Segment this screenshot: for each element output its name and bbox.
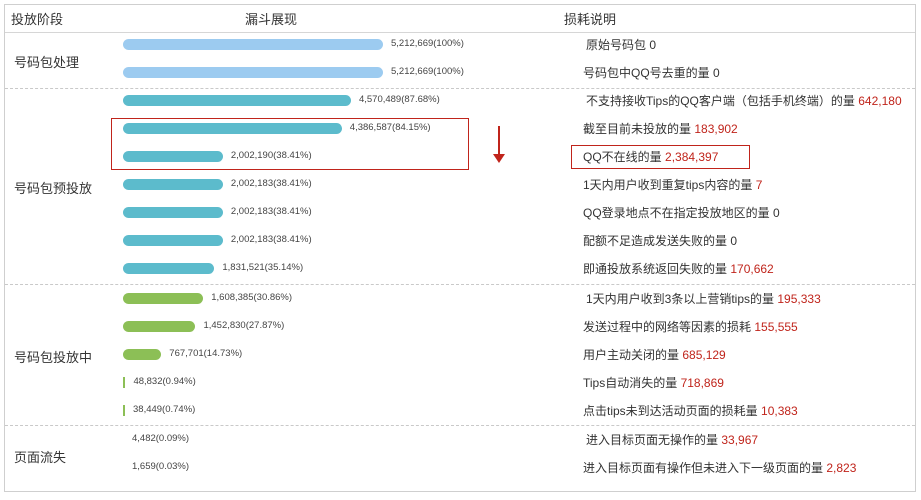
- loss-text: 配额不足造成发送失败的量: [583, 234, 731, 248]
- header-funnel: 漏斗展现: [245, 12, 298, 27]
- bar-value-label: 2,002,183(38.41%): [230, 234, 312, 245]
- funnel-bar: [123, 405, 125, 416]
- loss-description: 配额不足造成发送失败的量 0: [583, 232, 737, 249]
- loss-text: 点击tips未到达活动页面的损耗量: [583, 404, 762, 418]
- loss-description: 发送过程中的网络等因素的损耗 155,555: [583, 318, 798, 335]
- loss-value: 0: [649, 38, 657, 52]
- loss-description: 进入目标页面无操作的量 33,967: [586, 431, 758, 448]
- funnel-bar: [123, 321, 196, 332]
- loss-value: 0: [713, 66, 720, 80]
- highlight-box: [111, 118, 469, 170]
- bar-value-label: 5,212,669(100%): [391, 66, 464, 77]
- funnel-row: 1,831,521(35.14%) 即通投放系统返回失败的量 170,662: [0, 256, 921, 284]
- funnel-row: 2,002,183(38.41%) 配额不足造成发送失败的量 0: [0, 228, 921, 256]
- loss-description: 点击tips未到达活动页面的损耗量 10,383: [583, 402, 798, 419]
- loss-text: 号码包中QQ号去重的量: [583, 66, 714, 80]
- loss-text: 进入目标页面无操作的量: [586, 433, 722, 447]
- bar-value-label: 5,212,669(100%): [391, 38, 464, 49]
- funnel-row: 38,449(0.74%) 点击tips未到达活动页面的损耗量 10,383: [0, 398, 921, 426]
- highlight-box: [571, 145, 750, 169]
- loss-description: 进入目标页面有操作但未进入下一级页面的量 2,823: [583, 459, 856, 476]
- funnel-bar: [123, 207, 223, 218]
- funnel-row: 2,002,183(38.41%) 1天内用户收到重复tips内容的量 7: [0, 172, 921, 200]
- funnel-row: 4,482(0.09%) 进入目标页面无操作的量 33,967: [0, 427, 921, 455]
- bar-value-label: 1,831,521(35.14%): [222, 262, 304, 273]
- funnel-bar: [123, 67, 383, 78]
- loss-text: 不支持接收Tips的QQ客户端（包括手机终端）的量: [586, 94, 859, 108]
- loss-value: 195,333: [777, 292, 821, 306]
- loss-value: 33,967: [721, 433, 759, 447]
- bar-value-label: 2,002,183(38.41%): [230, 206, 312, 217]
- loss-text: 原始号码包: [586, 38, 650, 52]
- loss-description: Tips自动消失的量 718,869: [583, 374, 724, 391]
- funnel-row: 48,832(0.94%) Tips自动消失的量 718,869: [0, 370, 921, 398]
- loss-value: 642,180: [858, 94, 902, 108]
- loss-text: 发送过程中的网络等因素的损耗: [583, 320, 755, 334]
- bar-value-label: 2,002,183(38.41%): [230, 178, 312, 189]
- loss-text: 截至目前未投放的量: [583, 122, 695, 136]
- funnel-bar: [123, 293, 204, 304]
- funnel-row: 767,701(14.73%) 用户主动关闭的量 685,129: [0, 342, 921, 370]
- loss-value: 0: [730, 234, 738, 248]
- loss-text: 即通投放系统返回失败的量: [583, 262, 731, 276]
- loss-value: 170,662: [730, 262, 774, 276]
- header-loss: 损耗说明: [564, 12, 617, 27]
- down-arrow-icon: [498, 126, 500, 156]
- loss-value: 7: [755, 178, 763, 192]
- loss-text: 用户主动关闭的量: [583, 348, 683, 362]
- loss-description: 1天内用户收到重复tips内容的量 7: [583, 176, 762, 193]
- loss-description: 截至目前未投放的量 183,902: [583, 120, 738, 137]
- bar-value-label: 767,701(14.73%): [169, 348, 243, 359]
- loss-description: QQ登录地点不在指定投放地区的量 0: [583, 204, 780, 221]
- funnel-bar: [123, 377, 126, 388]
- loss-value: 718,869: [680, 376, 724, 390]
- loss-text: QQ登录地点不在指定投放地区的量: [583, 206, 774, 220]
- arrow-head-icon: [493, 154, 505, 163]
- funnel-row: 5,212,669(100%) 号码包中QQ号去重的量 0: [0, 60, 921, 88]
- loss-text: Tips自动消失的量: [583, 376, 681, 390]
- loss-value: 10,383: [761, 404, 798, 418]
- bar-value-label: 4,570,489(87.68%): [358, 94, 440, 105]
- loss-description: 用户主动关闭的量 685,129: [583, 346, 726, 363]
- loss-value: 685,129: [682, 348, 726, 362]
- loss-description: 不支持接收Tips的QQ客户端（包括手机终端）的量 642,180: [586, 92, 902, 109]
- bar-value-label: 48,832(0.94%): [133, 376, 196, 387]
- loss-text: 1天内用户收到重复tips内容的量: [583, 178, 756, 192]
- funnel-row: 1,659(0.03%) 进入目标页面有操作但未进入下一级页面的量 2,823: [0, 455, 921, 483]
- loss-value: 183,902: [694, 122, 738, 136]
- funnel-row: 1,452,830(27.87%) 发送过程中的网络等因素的损耗 155,555: [0, 314, 921, 342]
- funnel-bar: [123, 179, 223, 190]
- funnel-bar: [123, 235, 223, 246]
- funnel-bar: [123, 39, 383, 50]
- funnel-row: 5,212,669(100%) 原始号码包 0: [0, 32, 921, 60]
- funnel-row: 4,570,489(87.68%) 不支持接收Tips的QQ客户端（包括手机终端）…: [0, 88, 921, 116]
- section-divider: [5, 284, 915, 285]
- loss-value: 2,823: [826, 461, 857, 475]
- bar-value-label: 4,482(0.09%): [132, 433, 190, 444]
- bar-value-label: 1,608,385(30.86%): [211, 292, 293, 303]
- loss-value: 155,555: [754, 320, 798, 334]
- funnel-bar: [123, 95, 351, 106]
- loss-description: 即通投放系统返回失败的量 170,662: [583, 260, 774, 277]
- funnel-row: 2,002,183(38.41%) QQ登录地点不在指定投放地区的量 0: [0, 200, 921, 228]
- loss-description: 号码包中QQ号去重的量 0: [583, 64, 720, 81]
- loss-description: 原始号码包 0: [586, 36, 656, 53]
- funnel-bar: [123, 263, 215, 274]
- bar-value-label: 38,449(0.74%): [133, 404, 196, 415]
- loss-description: 1天内用户收到3条以上营销tips的量 195,333: [586, 290, 821, 307]
- funnel-bar: [123, 349, 162, 360]
- bar-value-label: 1,452,830(27.87%): [203, 320, 285, 331]
- funnel-row: 1,608,385(30.86%) 1天内用户收到3条以上营销tips的量 195…: [0, 286, 921, 314]
- loss-text: 1天内用户收到3条以上营销tips的量: [586, 292, 778, 306]
- bar-value-label: 1,659(0.03%): [132, 461, 190, 472]
- loss-value: 0: [773, 206, 780, 220]
- loss-text: 进入目标页面有操作但未进入下一级页面的量: [583, 461, 827, 475]
- header-stage: 投放阶段: [11, 12, 64, 27]
